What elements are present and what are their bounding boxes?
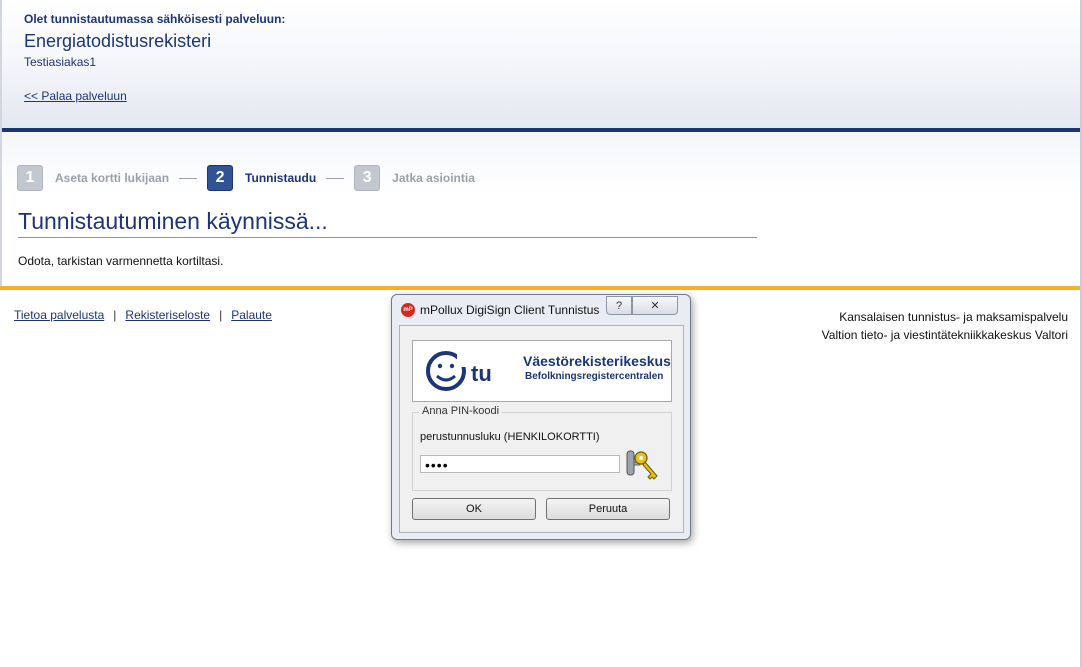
- footer-links: Tietoa palvelusta | Rekisteriseloste | P…: [14, 308, 272, 322]
- step-2-number: 2: [207, 165, 234, 191]
- page-header: Olet tunnistautumassa sähköisesti palvel…: [2, 0, 1080, 128]
- footer-separator: |: [219, 308, 223, 322]
- step-3-number: 3: [354, 165, 381, 191]
- ok-button[interactable]: OK: [412, 498, 536, 520]
- main-content: 1 Aseta kortti lukijaan 2 Tunnistaudu 3 …: [2, 132, 1080, 286]
- step-1-label: Aseta kortti lukijaan: [55, 171, 170, 185]
- footer-separator: |: [113, 308, 117, 322]
- customer-name: Testiasiakas1: [24, 55, 97, 69]
- status-message: Odota, tarkistan varmennetta kortiltasi.: [18, 254, 224, 268]
- service-name: Energiatodistusrekisteri: [24, 31, 212, 51]
- close-button[interactable]: ✕: [632, 296, 678, 315]
- step-separator: [326, 177, 345, 179]
- footer-link-service-info[interactable]: Tietoa palvelusta: [14, 308, 104, 322]
- dialog-titlebar[interactable]: mP mPollux DigiSign Client Tunnistus ? ✕: [392, 295, 690, 323]
- title-underline: [18, 237, 757, 238]
- header-intro-text: Olet tunnistautumassa sähköisesti palvel…: [24, 12, 286, 26]
- footer-provider-info: Kansalaisen tunnistus- ja maksamispalvel…: [822, 308, 1068, 344]
- help-button[interactable]: ?: [606, 296, 632, 315]
- dialog-title: mPollux DigiSign Client Tunnistus: [420, 303, 600, 317]
- step-3-label: Jatka asiointia: [392, 171, 475, 185]
- logo-name: Väestörekisterikeskus: [523, 353, 671, 369]
- footer-link-register-description[interactable]: Rekisteriseloste: [125, 308, 210, 322]
- step-separator: [179, 177, 198, 179]
- pin-input[interactable]: ••••: [420, 455, 620, 473]
- pin-description: perustunnusluku (HENKILOKORTTI): [420, 431, 600, 443]
- step-1-number: 1: [17, 165, 43, 191]
- logo-mark-text: tu: [471, 361, 492, 386]
- footer-link-feedback[interactable]: Palaute: [231, 308, 272, 322]
- vrk-logo-icon: tu: [426, 351, 492, 391]
- back-to-service-link[interactable]: << Palaa palveluun: [24, 89, 127, 103]
- dialog-body: tu Väestörekisterikeskus Befolkningsregi…: [399, 325, 684, 533]
- mpollux-app-icon: mP: [401, 303, 415, 317]
- pin-dialog: mP mPollux DigiSign Client Tunnistus ? ✕…: [391, 294, 691, 540]
- cancel-button[interactable]: Peruuta: [546, 498, 670, 520]
- pin-group: Anna PIN-koodi perustunnusluku (HENKILOK…: [412, 405, 672, 491]
- step-indicator: 1 Aseta kortti lukijaan 2 Tunnistaudu 3 …: [17, 164, 475, 192]
- vrk-logo: tu Väestörekisterikeskus Befolkningsregi…: [412, 340, 672, 402]
- pin-group-label: Anna PIN-koodi: [419, 405, 503, 417]
- logo-subname: Befolkningsregistercentralen: [525, 371, 664, 382]
- footer-provider-line-1: Kansalaisen tunnistus- ja maksamispalvel…: [839, 310, 1068, 324]
- keys-icon: [626, 450, 658, 480]
- footer-divider: [0, 286, 1080, 290]
- page-title: Tunnistautuminen käynnissä...: [18, 208, 328, 234]
- close-icon: ✕: [650, 300, 660, 312]
- footer-provider-line-2: Valtion tieto- ja viestintätekniikkakesk…: [821, 328, 1068, 342]
- step-2-label: Tunnistaudu: [245, 171, 317, 185]
